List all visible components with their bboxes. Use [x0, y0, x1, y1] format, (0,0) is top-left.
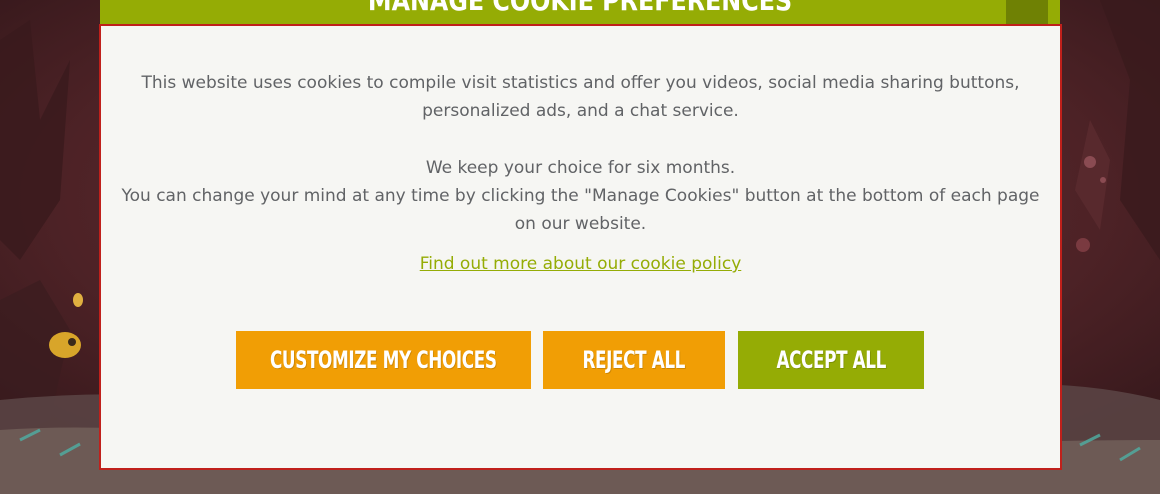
accept-all-label: ACCEPT ALL — [776, 346, 886, 374]
accept-all-button[interactable]: ACCEPT ALL — [738, 331, 924, 389]
reject-all-label: REJECT ALL — [582, 346, 686, 374]
customize-choices-label: CUSTOMIZE MY CHOICES — [270, 346, 497, 374]
reject-all-button[interactable]: REJECT ALL — [543, 331, 725, 389]
modal-title: MANAGE COOKIE PREFERENCES — [367, 0, 793, 17]
cookie-usage-paragraph: This website uses cookies to compile vis… — [141, 73, 1020, 121]
customize-choices-button[interactable]: CUSTOMIZE MY CHOICES — [236, 331, 531, 389]
cookie-consent-dialog: This website uses cookies to compile vis… — [99, 24, 1062, 470]
change-mind-notice: You can change your mind at any time by … — [121, 186, 1040, 234]
close-button[interactable] — [1006, 0, 1048, 24]
modal-header: MANAGE COOKIE PREFERENCES — [100, 0, 1060, 24]
retention-notice: We keep your choice for six months. — [425, 158, 736, 178]
cookie-policy-link[interactable]: Find out more about our cookie policy — [101, 254, 1060, 274]
cookie-description: This website uses cookies to compile vis… — [121, 69, 1040, 238]
